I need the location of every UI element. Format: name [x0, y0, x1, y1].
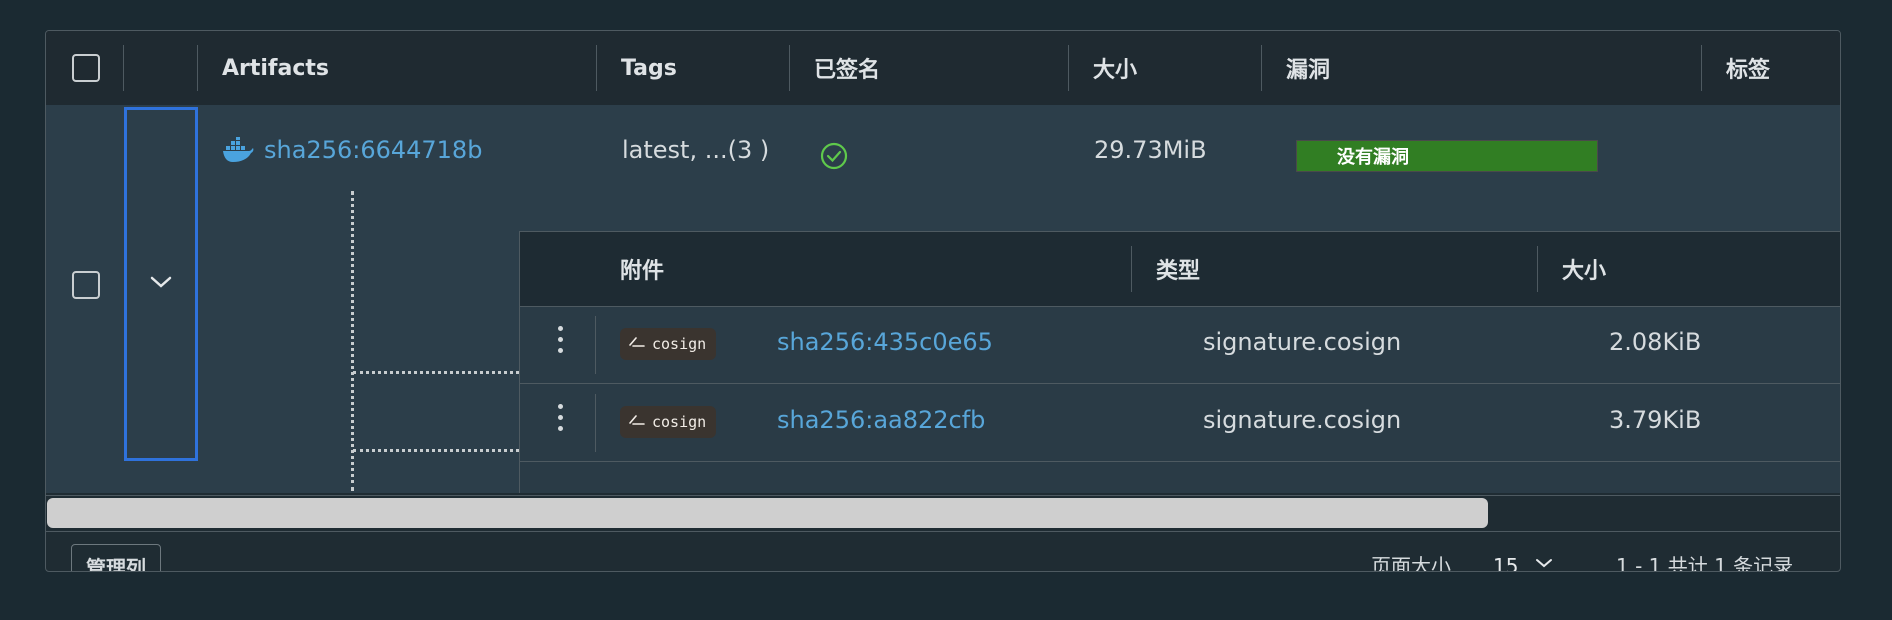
scrollbar-thumb[interactable] — [47, 498, 1488, 528]
column-header-artifacts[interactable]: Artifacts — [198, 31, 641, 105]
artifact-digest-link[interactable]: sha256:6644718b — [264, 136, 482, 164]
artifact-size: 29.73MiB — [1094, 136, 1207, 164]
cosign-icon — [628, 335, 646, 353]
vulnerability-status-bar[interactable]: 没有漏洞 — [1296, 140, 1598, 172]
column-header-vulnerabilities[interactable]: 漏洞 — [1262, 31, 1702, 105]
cosign-badge: cosign — [620, 406, 717, 438]
accessory-type: signature.cosign — [1203, 328, 1402, 356]
column-header-accessory[interactable]: 附件 — [596, 232, 1136, 306]
column-header-tags[interactable]: Tags — [597, 31, 790, 105]
page-size-label: 页面大小 — [1371, 554, 1451, 572]
datagrid-footer: 管理列 页面大小 15 1 - 1 共计 1 条记录 — [46, 531, 1840, 572]
artifact-datagrid: Artifacts Tags 已签名 大小 漏洞 标签 sha256:66447… — [45, 30, 1841, 572]
select-all-checkbox[interactable] — [72, 54, 100, 82]
accessory-digest-link[interactable]: sha256:aa822cfb — [777, 406, 985, 434]
kebab-icon[interactable] — [558, 404, 564, 437]
check-circle-icon — [820, 142, 848, 174]
chevron-down-icon — [149, 274, 173, 294]
column-header-accessory-size[interactable]: 大小 — [1538, 232, 1838, 306]
manage-columns-button[interactable]: 管理列 — [71, 544, 161, 571]
artifact-tags[interactable]: latest, ...(3 ) — [622, 136, 769, 164]
datagrid-header: Artifacts Tags 已签名 大小 漏洞 标签 — [46, 31, 1840, 106]
accessory-size: 2.08KiB — [1609, 328, 1702, 356]
record-summary: 1 - 1 共计 1 条记录 — [1616, 554, 1794, 572]
horizontal-scrollbar[interactable] — [46, 495, 1840, 532]
column-header-labels[interactable]: 标签 — [1702, 31, 1840, 105]
column-header-type[interactable]: 类型 — [1132, 232, 1538, 306]
column-header-size[interactable]: 大小 — [1069, 31, 1262, 105]
row-checkbox[interactable] — [72, 271, 100, 299]
row-expand-toggle[interactable] — [124, 107, 198, 461]
docker-icon — [222, 137, 254, 167]
accessory-size: 3.79KiB — [1609, 406, 1702, 434]
accessory-digest-link[interactable]: sha256:435c0e65 — [777, 328, 993, 356]
page-size-select[interactable]: 15 — [1483, 546, 1569, 571]
chevron-down-icon — [1535, 554, 1553, 571]
accessory-type: signature.cosign — [1203, 406, 1402, 434]
kebab-icon[interactable] — [558, 326, 564, 359]
accessory-row: cosign sha256:435c0e65 signature.cosign … — [520, 306, 1840, 384]
cosign-badge: cosign — [620, 328, 717, 360]
column-header-signed[interactable]: 已签名 — [790, 31, 1069, 105]
cosign-icon — [628, 413, 646, 431]
accessories-subtable: 附件 类型 大小 cosign sha256:435c0e65 signatur… — [519, 231, 1840, 493]
accessory-row: cosign sha256:aa822cfb signature.cosign … — [520, 384, 1840, 462]
accessories-header: 附件 类型 大小 — [520, 232, 1840, 307]
